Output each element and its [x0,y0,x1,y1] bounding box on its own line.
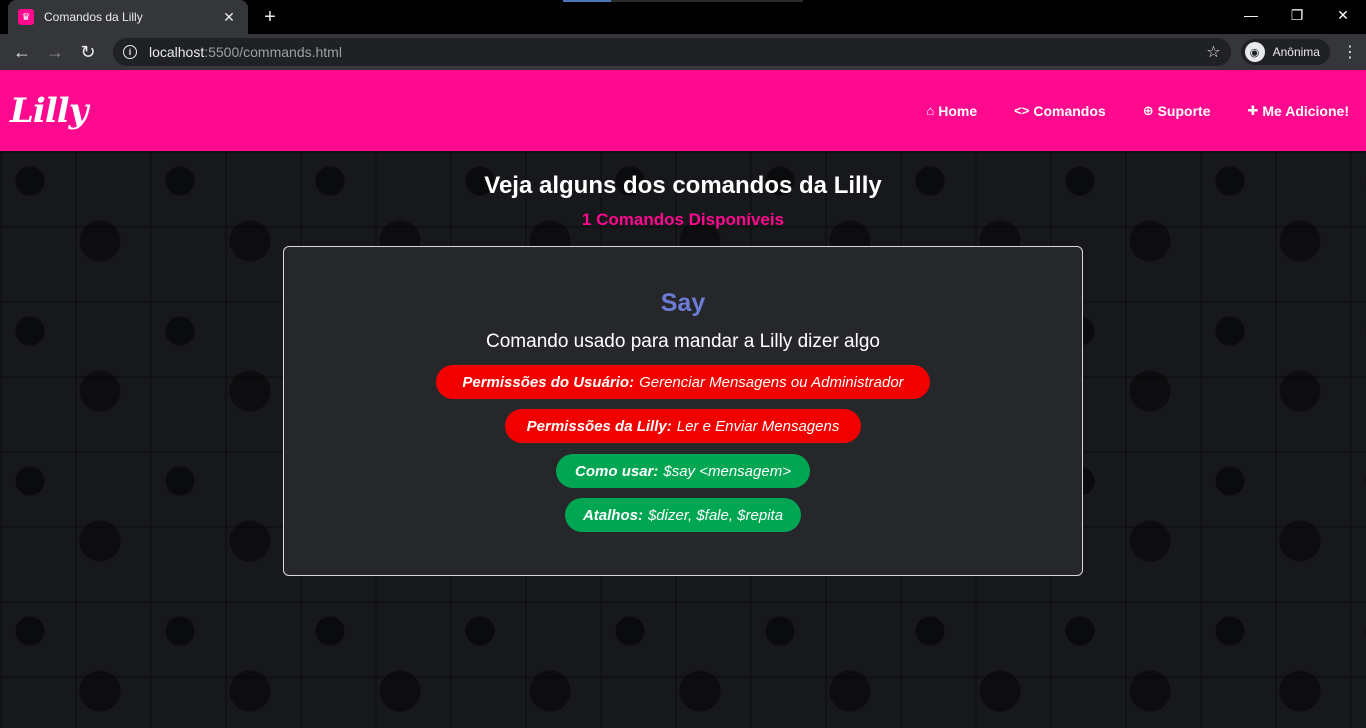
user-permissions-label: Permissões do Usuário: [462,373,635,391]
command-description: Comando usado para mandar a Lilly dizer … [486,331,880,352]
close-tab-icon[interactable]: ✕ [220,9,238,26]
browser-toolbar: ← → ↻ i localhost:5500/commands.html ☆ ◉… [0,34,1366,70]
new-tab-plus-icon[interactable]: + [258,5,282,29]
nav-link-me-adicione[interactable]: ✚ Me Adicione! [1247,103,1349,119]
forward-arrow-icon[interactable]: → [41,38,69,66]
bot-permissions-label: Permissões da Lilly: [526,417,672,435]
user-permissions-value: Gerenciar Mensagens ou Administrador [639,373,904,391]
url-host: localhost [148,44,205,60]
nav-link-label: Home [938,102,978,119]
bot-permissions-value: Ler e Enviar Mensagens [676,417,840,435]
code-icon: <> [1014,103,1030,118]
lifebuoy-icon: ⊕ [1142,102,1154,118]
kebab-menu-icon[interactable]: ⋮ [1342,42,1358,62]
aliases-value: $dizer, $fale, $repita [647,506,784,524]
usage-label: Como usar: [575,462,659,480]
nav-link-suporte[interactable]: ⊕ Suporte [1143,103,1211,119]
reload-icon[interactable]: ↻ [74,38,102,66]
main-content: Veja alguns dos comandos da Lilly 1 Coma… [0,151,1366,728]
bot-permissions-badge: Permissões da Lilly: Ler e Enviar Mensag… [505,409,861,443]
nav-link-label: Comandos [1033,102,1106,119]
page-title: Veja alguns dos comandos da Lilly [484,172,882,199]
incognito-icon: ◉ [1244,42,1265,62]
url-text[interactable]: localhost:5500/commands.html [149,44,1206,60]
nav-link-comandos[interactable]: <> Comandos [1014,103,1106,119]
titlebar-accent-2 [611,0,803,2]
site-header: Lilly ⌂ Home <> Comandos ⊕ Suporte ✚ Me Adic… [0,70,1366,151]
titlebar-accent [563,0,611,2]
command-card: Say Comando usado para mandar a Lilly di… [283,246,1083,576]
bookmark-star-icon[interactable]: ☆ [1206,42,1220,62]
aliases-label: Atalhos: [582,506,643,524]
aliases-badge: Atalhos: $dizer, $fale, $repita [565,498,801,532]
usage-value: $say <mensagem> [663,462,791,480]
lilly-logo[interactable]: Lilly [10,91,88,131]
browser-tab[interactable]: ♛ Comandos da Lilly ✕ [8,0,248,34]
nav-link-label: Suporte [1157,102,1211,119]
lilly-favicon-icon: ♛ [18,9,34,25]
commands-count: 1 Comandos Disponíveis [581,210,785,229]
nav-link-label: Me Adicione! [1262,102,1349,119]
nav-link-home[interactable]: ⌂ Home [926,103,977,119]
url-path: :5500/commands.html [204,44,342,60]
home-icon: ⌂ [926,103,935,118]
minimize-icon[interactable]: — [1228,0,1274,30]
tab-title: Comandos da Lilly [44,10,143,24]
site-nav: ⌂ Home <> Comandos ⊕ Suporte ✚ Me Adicione! [889,70,1349,151]
window-controls: — ❐ ✕ [1228,0,1366,30]
usage-badge: Como usar: $say <mensagem> [556,454,810,488]
restore-icon[interactable]: ❐ [1274,0,1320,30]
address-bar[interactable]: i localhost:5500/commands.html ☆ [112,38,1231,66]
site-info-icon[interactable]: i [122,45,137,59]
command-name: Say [660,289,706,317]
profile-label: Anônima [1272,45,1320,59]
close-window-icon[interactable]: ✕ [1320,0,1366,30]
plus-icon: ✚ [1247,102,1259,118]
incognito-profile-button[interactable]: ◉ Anônima [1240,39,1330,65]
user-permissions-badge: Permissões do Usuário: Gerenciar Mensage… [436,365,930,399]
back-arrow-icon[interactable]: ← [8,38,36,66]
browser-titlebar: ♛ Comandos da Lilly ✕ + — ❐ ✕ [0,0,1366,34]
